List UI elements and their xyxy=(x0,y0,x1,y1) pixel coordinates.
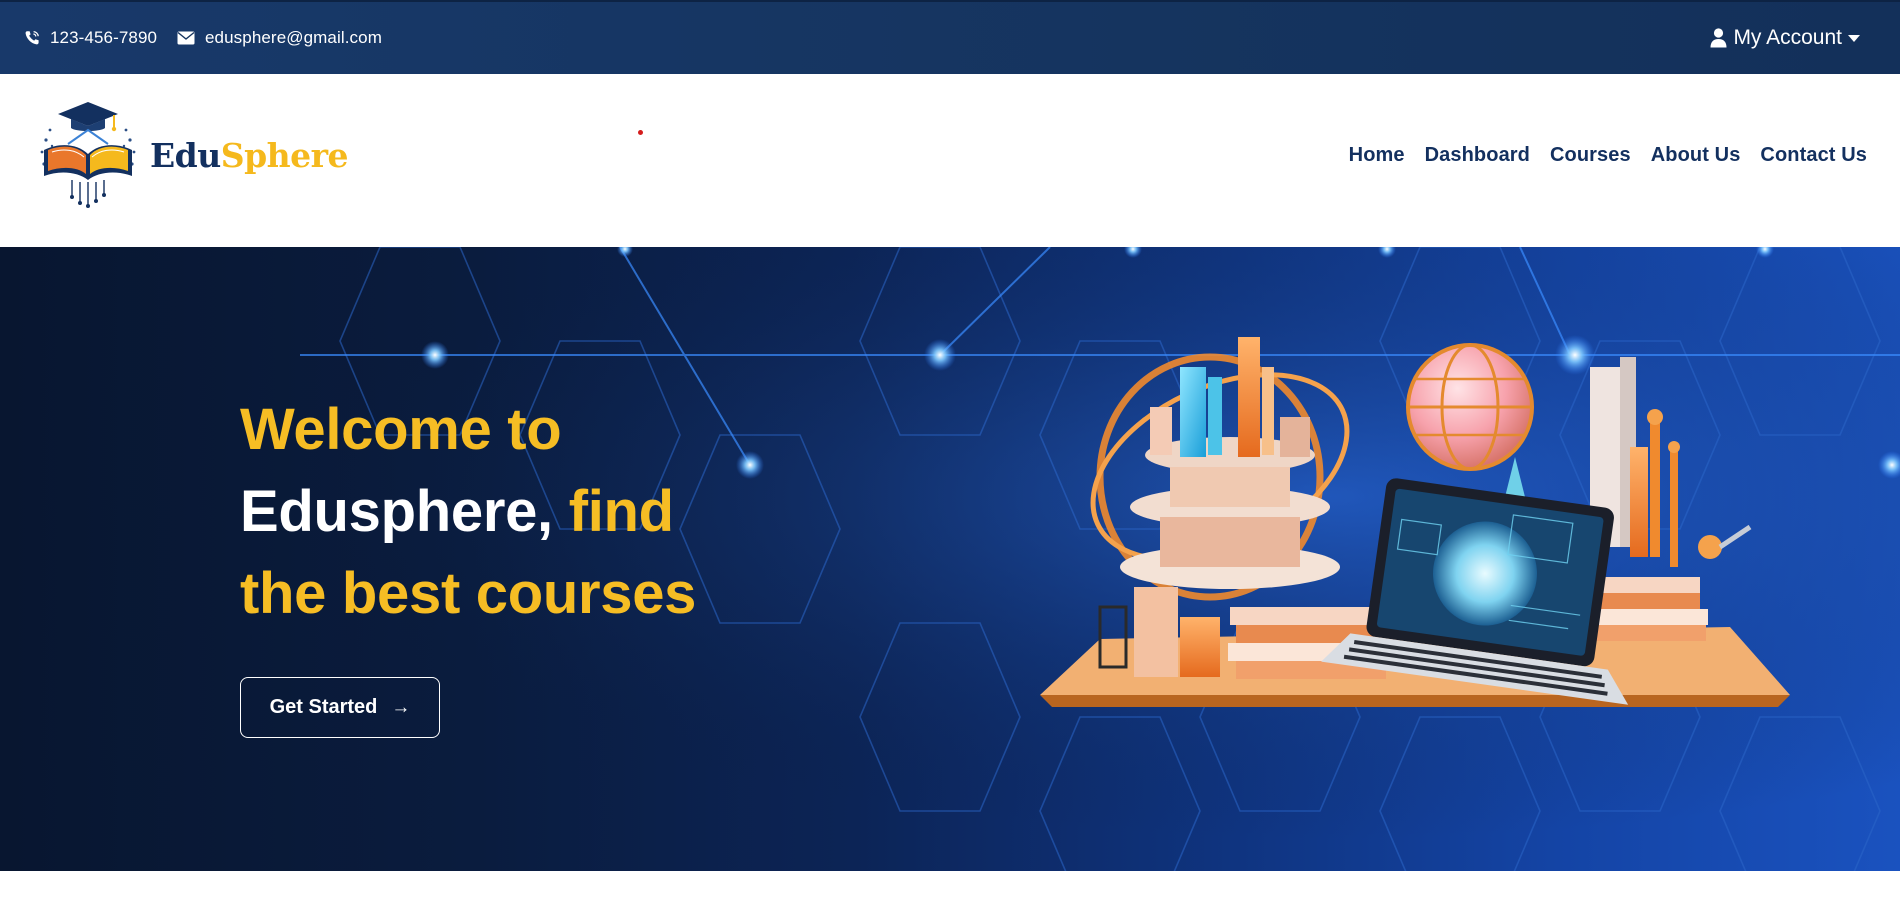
envelope-icon xyxy=(177,31,195,45)
nav-contact-us[interactable]: Contact Us xyxy=(1760,144,1867,167)
arrow-right-icon: → xyxy=(391,696,411,718)
decorative-dot xyxy=(638,130,643,135)
email-address: edusphere@gmail.com xyxy=(205,28,382,47)
nav-courses[interactable]: Courses xyxy=(1550,144,1631,167)
phone-number: 123-456-7890 xyxy=(50,28,158,47)
hero-banner: Welcome to Edusphere, find the best cour… xyxy=(0,247,1900,871)
hero-headline-line3: the best courses xyxy=(240,561,697,626)
my-account-dropdown[interactable]: My Account xyxy=(1710,26,1860,50)
phone-contact[interactable]: 123-456-7890 xyxy=(24,28,157,48)
hero-headline-find: find xyxy=(568,479,674,544)
brand-name[interactable]: EduSphere xyxy=(150,136,349,175)
chevron-down-icon xyxy=(1848,34,1860,42)
site-header: EduSphere Home Dashboard Courses About U… xyxy=(0,74,1900,247)
education-city-illustration xyxy=(1040,337,1790,707)
brand-logo[interactable] xyxy=(38,100,138,208)
hero-headline-line1: Welcome to xyxy=(240,397,562,462)
get-started-button[interactable]: Get Started → xyxy=(240,677,440,738)
get-started-label: Get Started xyxy=(269,696,378,718)
nav-home[interactable]: Home xyxy=(1349,144,1405,167)
brand-name-part2: Sphere xyxy=(220,136,349,175)
email-contact[interactable]: edusphere@gmail.com xyxy=(177,28,382,48)
user-icon xyxy=(1710,28,1727,48)
main-navigation: Home Dashboard Courses About Us Contact … xyxy=(1349,144,1867,167)
nav-dashboard[interactable]: Dashboard xyxy=(1425,144,1530,167)
phone-icon xyxy=(25,30,39,45)
page-bottom-strip xyxy=(0,871,1900,902)
hero-headline: Welcome to Edusphere, find the best cour… xyxy=(240,389,696,635)
nav-about-us[interactable]: About Us xyxy=(1651,144,1741,167)
brand-name-part1: Edu xyxy=(150,136,221,175)
top-contact-bar: 123-456-7890 edusphere@gmail.com My Acco… xyxy=(0,0,1900,74)
my-account-label: My Account xyxy=(1733,26,1842,49)
graduation-book-logo-icon xyxy=(40,102,136,208)
hero-headline-brand: Edusphere, xyxy=(240,479,553,544)
